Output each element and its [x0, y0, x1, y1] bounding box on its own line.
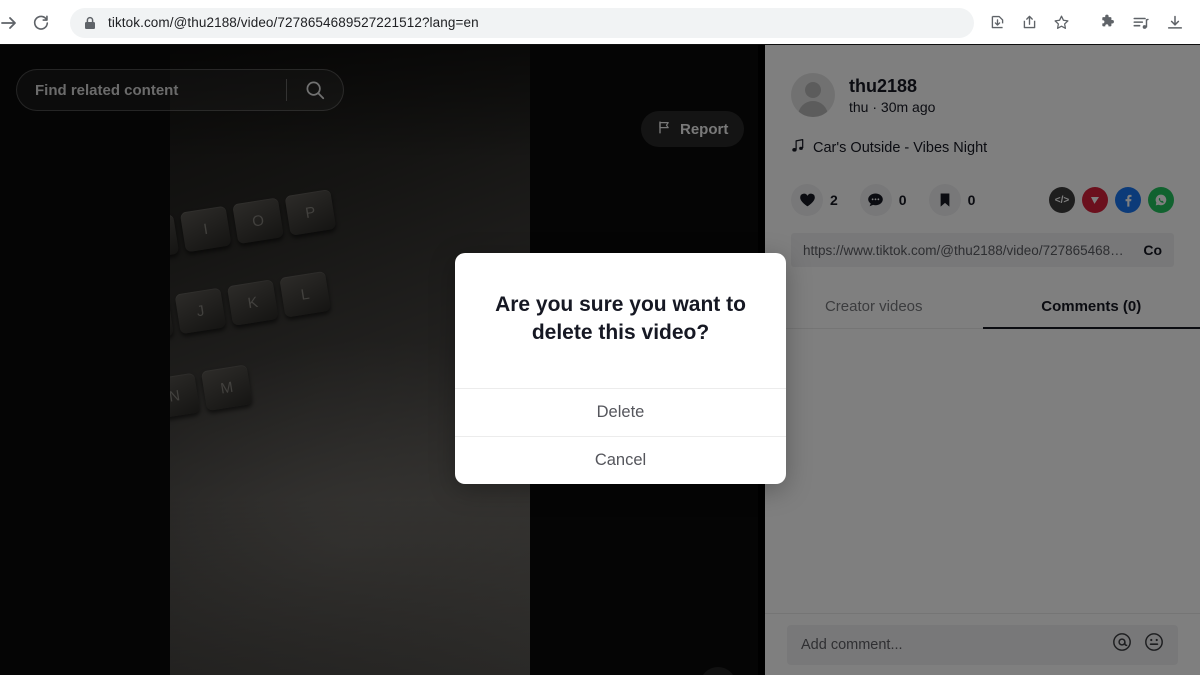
browser-window: tiktok.com/@thu2188/video/72786546895272…: [0, 0, 1200, 675]
dialog-title: Are you sure you want to delete this vid…: [495, 293, 746, 344]
share-page-icon[interactable]: [1014, 8, 1044, 38]
install-app-icon[interactable]: [982, 8, 1012, 38]
cancel-button[interactable]: Cancel: [455, 436, 786, 484]
reading-list-icon[interactable]: [1126, 8, 1156, 38]
delete-button[interactable]: Delete: [455, 388, 786, 436]
extension-actions: [1086, 8, 1190, 38]
downloads-icon[interactable]: [1160, 8, 1190, 38]
omnibox-actions: [982, 8, 1190, 38]
forward-arrow-icon[interactable]: [1, 11, 20, 35]
browser-toolbar: tiktok.com/@thu2188/video/72786546895272…: [0, 0, 1200, 45]
bookmark-star-icon[interactable]: [1046, 8, 1076, 38]
reload-icon[interactable]: [24, 6, 58, 40]
delete-confirmation-dialog: Are you sure you want to delete this vid…: [455, 253, 786, 485]
url-text: tiktok.com/@thu2188/video/72786546895272…: [108, 15, 479, 30]
address-bar[interactable]: tiktok.com/@thu2188/video/72786546895272…: [70, 7, 974, 38]
extensions-puzzle-icon[interactable]: [1092, 8, 1122, 38]
lock-icon: [84, 16, 98, 30]
